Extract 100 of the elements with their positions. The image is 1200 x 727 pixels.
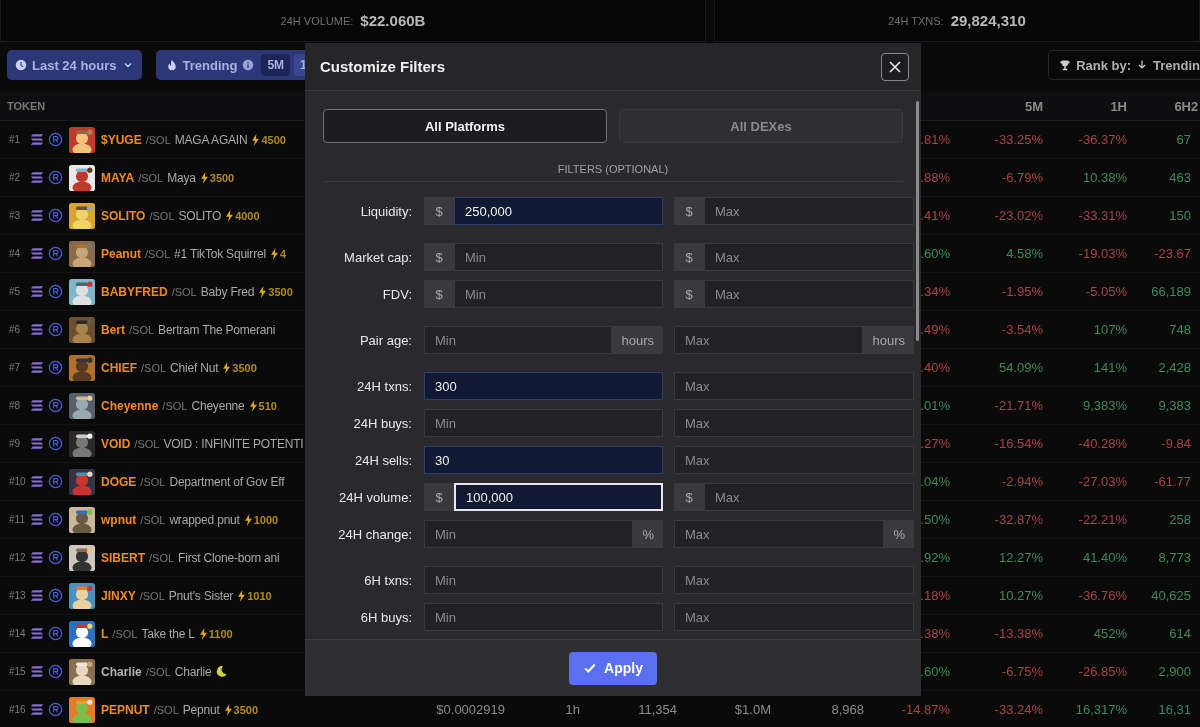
time-segment[interactable]: 5M [261, 54, 291, 76]
column-header[interactable]: 2 [1191, 98, 1199, 114]
moon-icon [215, 665, 229, 678]
change-cell-text: -32.87% [993, 512, 1043, 527]
column-header[interactable]: 5M [950, 98, 1043, 114]
filter-field[interactable]: Min [424, 326, 613, 354]
token-name: #1 TikTok Squirrel [174, 246, 266, 261]
change-cell-text: 12.27% [997, 550, 1043, 565]
token-symbol[interactable]: Cheyenne [101, 398, 159, 413]
quote-symbol: /SOL [140, 513, 166, 526]
stripes-icon [30, 247, 44, 260]
filter-field[interactable]: Max [704, 483, 914, 511]
token-symbol[interactable]: Peanut [101, 246, 141, 261]
clock-icon [15, 59, 27, 71]
filter-field[interactable]: 300 [424, 372, 663, 400]
trending-label[interactable]: Trending [165, 57, 255, 73]
filter-field[interactable]: Max [674, 326, 864, 354]
filter-field[interactable]: Max [704, 197, 914, 225]
filter-label: Pair age: [358, 332, 412, 348]
filter-field[interactable]: Max [674, 372, 914, 400]
change-cell-text: -23.67 [1153, 246, 1191, 261]
unit-addon: % [633, 520, 663, 548]
change-cell-text: 54.09% [997, 360, 1043, 375]
filter-field[interactable]: Max [674, 603, 914, 631]
change-cell-text: .60% [919, 246, 950, 261]
column-header[interactable]: 6H [1127, 98, 1191, 114]
rank-number: #12 [9, 552, 26, 563]
ring-icon [48, 284, 63, 299]
apply-button[interactable]: Apply [569, 651, 657, 685]
filter-field[interactable]: Max [704, 280, 914, 308]
change-cell-text: 8,773 [1157, 550, 1191, 565]
token-symbol[interactable]: PEPNUT [101, 702, 150, 717]
token-symbol[interactable]: Bert [101, 322, 125, 337]
rank-number: #11 [9, 514, 26, 525]
change-cell-text: -16.54% [993, 436, 1043, 451]
token-symbol[interactable]: DOGE [101, 474, 137, 489]
close-button[interactable] [881, 52, 909, 81]
quote-symbol: /SOL [149, 209, 175, 222]
change-cell-text: -13.38% [993, 626, 1043, 641]
filter-field[interactable]: Min [424, 603, 663, 631]
change-cell-text: 258 [1168, 512, 1191, 527]
token-symbol[interactable]: wpnut [101, 512, 137, 527]
bolt-icon [243, 513, 253, 526]
rank-number: #10 [9, 476, 26, 487]
token-symbol[interactable]: VOID [101, 436, 131, 451]
filter-field[interactable]: Min [424, 409, 663, 437]
token-symbol[interactable]: JINXY [101, 588, 136, 603]
token-symbol[interactable]: SIBERT [101, 550, 145, 565]
filter-field[interactable]: Max [674, 520, 885, 548]
change-cell-text: -6.75% [1000, 664, 1043, 679]
filter-field[interactable]: Max [674, 566, 914, 594]
token-symbol[interactable]: Charlie [101, 664, 142, 679]
change-cell-text: -33.24% [993, 702, 1043, 717]
ring-icon [48, 664, 63, 679]
period-button[interactable]: Last 24 hours [7, 50, 142, 80]
filter-field[interactable]: 250,000 [454, 197, 663, 225]
change-cell-text: 10.38% [1081, 170, 1127, 185]
stripes-icon [30, 361, 44, 374]
quote-symbol: /SOL [145, 665, 171, 678]
stripes-icon [30, 551, 44, 564]
change-cell-text: 16,317% [1074, 702, 1127, 717]
age-cell-text: 1h [564, 702, 580, 717]
filter-field[interactable]: Min [454, 243, 663, 271]
scrollbar[interactable] [916, 101, 919, 341]
info-icon [242, 59, 255, 71]
token-symbol[interactable]: CHIEF [101, 360, 137, 375]
change-cell-text: .18% [919, 588, 950, 603]
token-symbol[interactable]: $YUGE [101, 132, 142, 147]
column-header[interactable]: 1H [1043, 98, 1127, 114]
change-cell-text: .49% [919, 322, 950, 337]
platform-tab[interactable]: All DEXes [619, 109, 903, 143]
filter-field[interactable]: Max [674, 446, 914, 474]
boost-count: 4 [279, 247, 286, 260]
filter-field[interactable]: Max [704, 243, 914, 271]
stat-value: 29,824,310 [950, 12, 1026, 29]
change-cell-text: .92% [919, 550, 950, 565]
token-name: Pnut's Sister [168, 588, 234, 603]
token-symbol[interactable]: BABYFRED [101, 284, 168, 299]
filter-field[interactable]: Min [424, 566, 663, 594]
filter-field[interactable]: 100,000 [454, 483, 663, 511]
filter-field[interactable]: Min [454, 280, 663, 308]
rank-number: #5 [9, 286, 22, 297]
rank-button[interactable]: Rank by: Trendin [1048, 50, 1200, 80]
token-symbol[interactable]: MAYA [101, 170, 135, 185]
token-symbol[interactable]: SOLITO [101, 208, 146, 223]
unit-addon: hours [612, 326, 663, 354]
token-symbol[interactable]: L [101, 626, 109, 641]
change-cell-text: -26.85% [1077, 664, 1127, 679]
filter-field[interactable]: Min [424, 520, 634, 548]
platform-tab[interactable]: All Platforms [323, 109, 607, 143]
rank-number: #16 [9, 704, 26, 715]
dialog-title: Customize Filters [320, 58, 446, 75]
unit-addon: hours [863, 326, 914, 354]
change-cell-text: -36.76% [1077, 588, 1127, 603]
quote-symbol: /SOL [145, 133, 171, 146]
stripes-icon [30, 285, 44, 298]
change-cell-text: .01% [919, 398, 950, 413]
filter-field[interactable]: Max [674, 409, 914, 437]
filter-field[interactable]: 30 [424, 446, 663, 474]
token-name: Charlie [174, 664, 212, 679]
